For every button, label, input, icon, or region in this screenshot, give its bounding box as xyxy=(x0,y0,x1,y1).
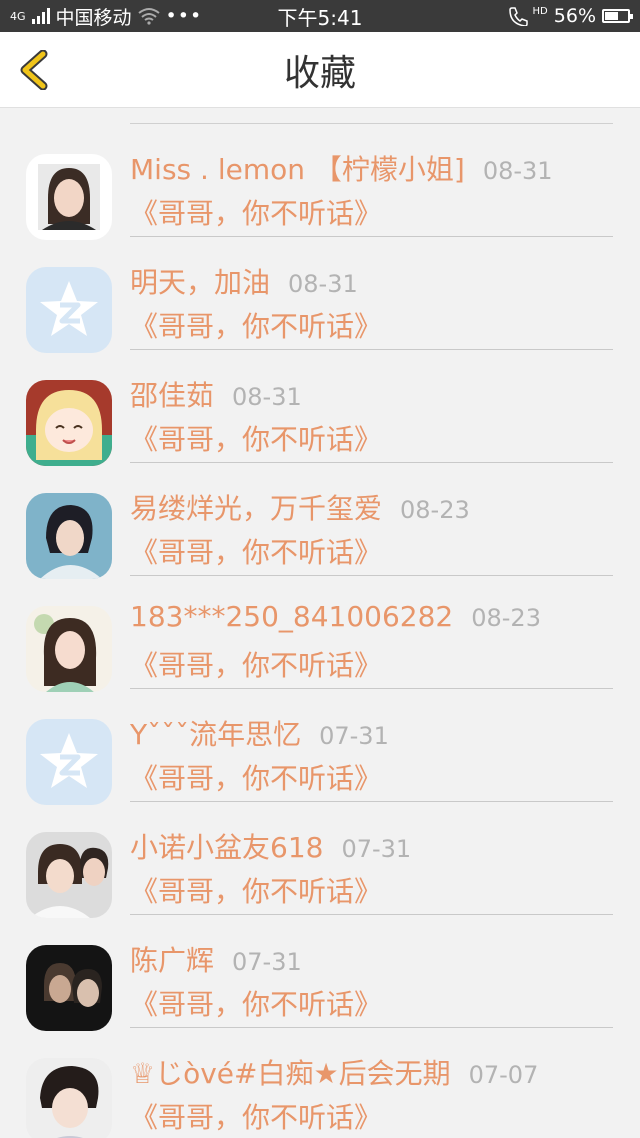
list-item[interactable]: ♕じòvé#白痴★后会无期 07-07 《哥哥，你不听话》 xyxy=(0,1028,640,1138)
list-item-header: 183***250_841006282 08-23 xyxy=(130,600,613,640)
list-item-header: 陈广辉 07-31 xyxy=(130,939,613,979)
favorite-title[interactable]: 《哥哥，你不听话》 xyxy=(130,757,613,797)
battery-icon xyxy=(602,9,633,23)
favorite-title[interactable]: 《哥哥，你不听话》 xyxy=(130,531,613,571)
list-item-text: Yˇˇˇ流年思忆 07-31 《哥哥，你不听话》 xyxy=(130,713,613,802)
avatar[interactable] xyxy=(26,154,112,240)
user-name[interactable]: 183***250_841006282 xyxy=(130,600,453,633)
list-item-text: ♕じòvé#白痴★后会无期 07-07 《哥哥，你不听话》 xyxy=(130,1052,613,1138)
list-item[interactable]: 陈广辉 07-31 《哥哥，你不听话》 xyxy=(0,915,640,1028)
list-item-text: 183***250_841006282 08-23 《哥哥，你不听话》 xyxy=(130,600,613,689)
favorite-title[interactable]: 《哥哥，你不听话》 xyxy=(130,192,613,232)
list-item[interactable]: 邵佳茹 08-31 《哥哥，你不听话》 xyxy=(0,350,640,463)
list-item-text: 易缕烊光，万千玺爱 08-23 《哥哥，你不听话》 xyxy=(130,487,613,576)
hd-label: HD xyxy=(532,5,548,17)
wifi-icon xyxy=(137,8,160,25)
network-type: 4G xyxy=(10,9,26,23)
avatar[interactable] xyxy=(26,719,112,805)
list-item[interactable]: 小诺小盆友618 07-31 《哥哥，你不听话》 xyxy=(0,802,640,915)
user-name[interactable]: 小诺小盆友618 xyxy=(130,826,323,866)
date-label: 08-23 xyxy=(400,496,470,524)
status-left: 4G 中国移动 ••• xyxy=(10,3,320,30)
list-item-header: ♕じòvé#白痴★后会无期 07-07 xyxy=(130,1052,613,1092)
signal-icon xyxy=(31,8,50,24)
avatar[interactable] xyxy=(26,267,112,353)
date-label: 08-31 xyxy=(288,270,358,298)
user-name[interactable]: 邵佳茹 xyxy=(130,374,214,414)
list-item-text: Miss . lemon 【柠檬小姐] 08-31 《哥哥，你不听话》 xyxy=(130,148,613,237)
list-item-header: 小诺小盆友618 07-31 xyxy=(130,826,613,866)
list-item-header: 易缕烊光，万千玺爱 08-23 xyxy=(130,487,613,527)
date-label: 07-31 xyxy=(232,948,302,976)
list-item-text: 陈广辉 07-31 《哥哥，你不听话》 xyxy=(130,939,613,1028)
date-label: 07-31 xyxy=(341,835,412,863)
user-name[interactable]: ♕じòvé#白痴★后会无期 xyxy=(130,1052,451,1092)
list-item-text: 邵佳茹 08-31 《哥哥，你不听话》 xyxy=(130,374,613,463)
back-button[interactable] xyxy=(14,50,54,90)
list-item[interactable]: 明天，加油 08-31 《哥哥，你不听话》 xyxy=(0,237,640,350)
avatar[interactable] xyxy=(26,945,112,1031)
list-item[interactable]: 易缕烊光，万千玺爱 08-23 《哥哥，你不听话》 xyxy=(0,463,640,576)
battery-percent: 56% xyxy=(553,5,596,27)
avatar[interactable] xyxy=(26,832,112,918)
date-label: 08-31 xyxy=(482,157,553,185)
list-item-header: 邵佳茹 08-31 xyxy=(130,374,613,414)
date-label: 07-31 xyxy=(319,722,389,750)
user-name[interactable]: Yˇˇˇ流年思忆 xyxy=(130,713,301,753)
status-right: HD 56% xyxy=(320,5,633,27)
page-title: 收藏 xyxy=(283,52,356,94)
user-name[interactable]: Miss . lemon 【柠檬小姐] xyxy=(130,148,465,188)
status-bar: 4G 中国移动 ••• 下午5:41 HD 56% xyxy=(0,0,640,32)
favorite-title[interactable]: 《哥哥，你不听话》 xyxy=(130,983,613,1023)
favorite-title[interactable]: 《哥哥，你不听话》 xyxy=(130,644,613,684)
avatar[interactable] xyxy=(26,606,112,692)
favorite-title[interactable]: 《哥哥，你不听话》 xyxy=(130,1096,613,1136)
user-name[interactable]: 陈广辉 xyxy=(130,939,214,979)
list-item-header: Yˇˇˇ流年思忆 07-31 xyxy=(130,713,613,753)
more-icon: ••• xyxy=(165,5,203,27)
nav-bar: 收藏 xyxy=(0,32,640,108)
date-label: 07-07 xyxy=(468,1061,539,1089)
partial-list-item xyxy=(130,108,613,124)
list-item[interactable]: 183***250_841006282 08-23 《哥哥，你不听话》 xyxy=(0,576,640,689)
avatar[interactable] xyxy=(26,1058,112,1138)
favorites-list[interactable]: Miss . lemon 【柠檬小姐] 08-31 《哥哥，你不听话》 明天，加… xyxy=(0,108,640,1138)
list-item-text: 小诺小盆友618 07-31 《哥哥，你不听话》 xyxy=(130,826,613,915)
date-label: 08-31 xyxy=(232,383,302,411)
carrier-name: 中国移动 xyxy=(55,6,132,29)
avatar[interactable] xyxy=(26,493,112,579)
list-item[interactable]: Yˇˇˇ流年思忆 07-31 《哥哥，你不听话》 xyxy=(0,689,640,802)
avatar[interactable] xyxy=(26,380,112,466)
list-item-header: 明天，加油 08-31 xyxy=(130,261,613,301)
list-item[interactable]: Miss . lemon 【柠檬小姐] 08-31 《哥哥，你不听话》 xyxy=(0,124,640,237)
chevron-left-icon xyxy=(20,50,48,90)
favorite-title[interactable]: 《哥哥，你不听话》 xyxy=(130,305,613,345)
favorite-title[interactable]: 《哥哥，你不听话》 xyxy=(130,418,613,458)
date-label: 08-23 xyxy=(471,604,541,632)
list-item-text: 明天，加油 08-31 《哥哥，你不听话》 xyxy=(130,261,613,350)
favorite-title[interactable]: 《哥哥，你不听话》 xyxy=(130,870,613,910)
list-item-header: Miss . lemon 【柠檬小姐] 08-31 xyxy=(130,148,613,188)
user-name[interactable]: 明天，加油 xyxy=(130,261,270,301)
user-name[interactable]: 易缕烊光，万千玺爱 xyxy=(130,487,382,527)
